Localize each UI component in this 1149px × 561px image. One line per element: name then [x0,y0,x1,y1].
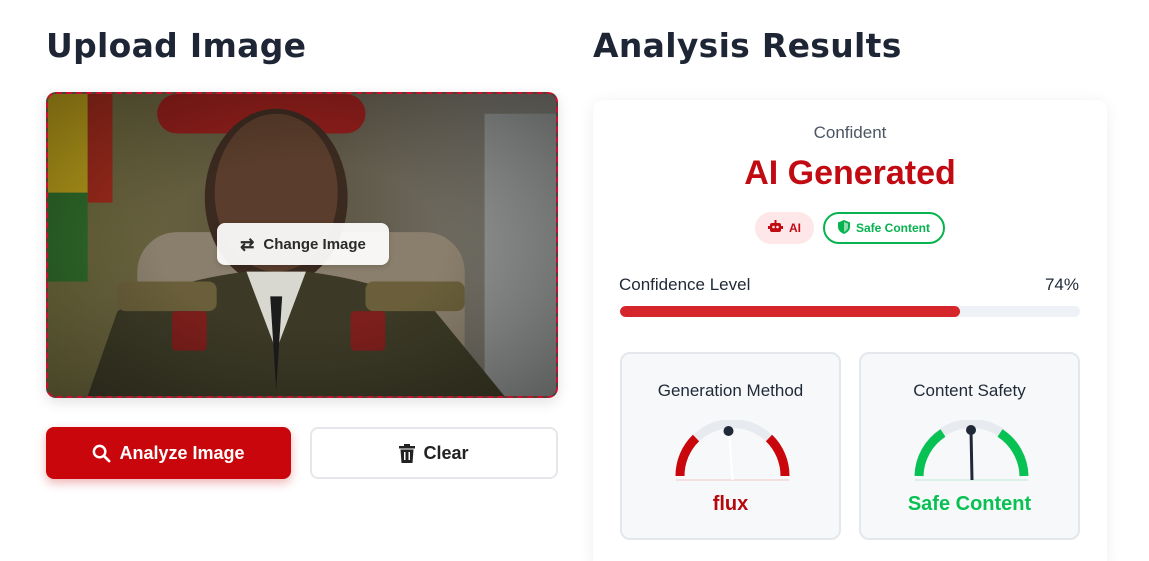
confidence-value: 74% [1044,275,1079,294]
ai-badge: AI [754,212,814,244]
generation-method-title: Generation Method [657,381,804,400]
analyze-image-button[interactable]: Analyze Image [46,427,291,479]
image-dropzone[interactable]: ⇄ Change Image [46,92,558,398]
clear-label: Clear [423,442,469,463]
shield-icon [837,219,850,237]
trash-icon [399,443,416,463]
safe-badge-label: Safe Content [855,221,930,235]
content-safety-title: Content Safety [913,381,1026,400]
ai-badge-label: AI [788,221,801,235]
content-safety-value: Safe Content [907,493,1032,515]
change-image-button[interactable]: ⇄ Change Image [217,223,389,265]
generation-method-card: Generation Method flux [620,352,841,540]
generation-method-gauge [675,420,790,481]
confidence-label: Confidence Level [619,275,751,294]
verdict-label: Confident [813,123,887,142]
swap-arrows-icon: ⇄ [240,234,255,254]
verdict-title: AI Generated [744,154,956,192]
clear-button[interactable]: Clear [310,427,558,479]
analyze-image-label: Analyze Image [119,442,245,463]
search-icon [92,444,111,463]
results-heading: Analysis Results [593,26,902,65]
safe-content-badge: Safe Content [822,212,945,244]
confidence-bar [620,306,1080,317]
upload-heading: Upload Image [46,26,307,65]
change-image-label: Change Image [263,235,366,253]
confidence-bar-fill [620,306,961,317]
analysis-results-panel: Confident AI Generated AI Safe Content C… [593,100,1107,561]
result-badges: AI Safe Content [593,212,1107,244]
generation-method-value: flux [712,493,749,515]
content-safety-gauge [914,420,1029,481]
content-safety-card: Content Safety Safe Content [859,352,1080,540]
robot-icon [767,220,783,236]
